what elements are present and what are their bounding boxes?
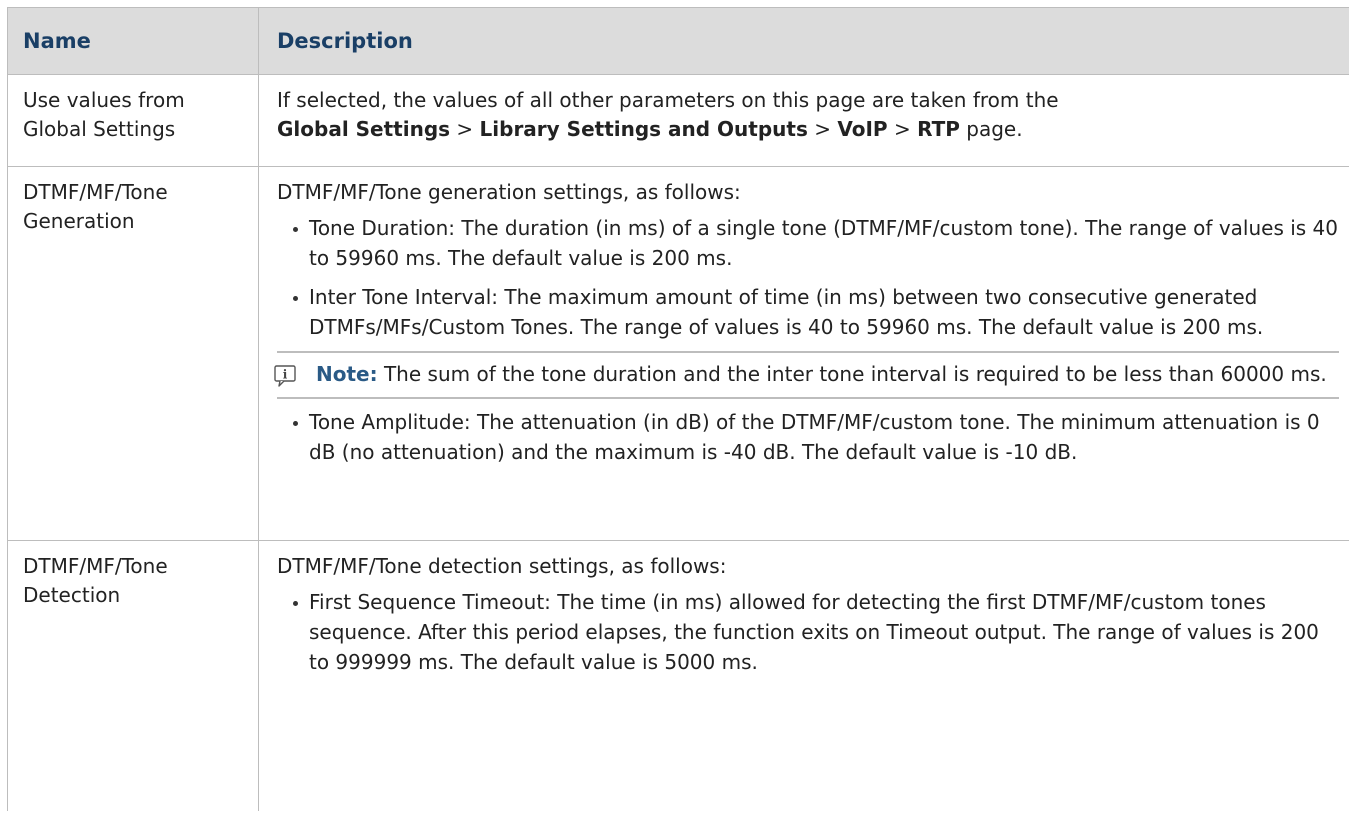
header-name: Name: [8, 8, 259, 74]
param-name-line1: DTMF/MF/Tone: [23, 180, 168, 204]
param-name-line1: Use values from: [23, 88, 185, 112]
info-icon: i: [274, 365, 296, 387]
bullet-icon: [293, 296, 298, 301]
param-description: If selected, the values of all other par…: [259, 75, 1349, 166]
param-name-line1: DTMF/MF/Tone: [23, 554, 168, 578]
bullet-list: Tone Amplitude: The attenuation (in dB) …: [277, 407, 1339, 467]
desc-suffix: page.: [966, 117, 1023, 141]
note-box: i Note: The sum of the tone duration and…: [274, 351, 1339, 399]
param-name: DTMF/MF/Tone Detection: [8, 541, 259, 811]
param-name-line2: Global Settings: [23, 117, 176, 141]
path-global-settings: Global Settings: [277, 117, 451, 141]
param-name-line2: Generation: [23, 209, 135, 233]
note-label: Note:: [316, 362, 378, 386]
list-item-text: Inter Tone Interval: The maximum amount …: [309, 285, 1264, 339]
bullet-list: First Sequence Timeout: The time (in ms)…: [277, 587, 1339, 677]
param-name-line2: Detection: [23, 583, 121, 607]
list-item: Tone Amplitude: The attenuation (in dB) …: [277, 407, 1339, 467]
note-text: The sum of the tone duration and the int…: [383, 362, 1327, 386]
description-intro: DTMF/MF/Tone detection settings, as foll…: [277, 554, 727, 578]
bullet-icon: [293, 421, 298, 426]
svg-text:i: i: [283, 368, 288, 382]
param-name: DTMF/MF/Tone Generation: [8, 167, 259, 540]
table-row-use-values: Use values from Global Settings If selec…: [8, 75, 1349, 167]
header-description: Description: [277, 29, 413, 53]
param-description: DTMF/MF/Tone generation settings, as fol…: [259, 167, 1349, 540]
bullet-icon: [293, 227, 298, 232]
path-rtp: RTP: [917, 117, 960, 141]
path-sep: >: [893, 117, 911, 141]
list-item: Inter Tone Interval: The maximum amount …: [277, 282, 1339, 342]
note-content: Note: The sum of the tone duration and t…: [316, 359, 1339, 389]
path-sep: >: [456, 117, 474, 141]
list-item-text: Tone Amplitude: The attenuation (in dB) …: [309, 410, 1320, 464]
parameters-table: Name Description Use values from Global …: [7, 7, 1349, 811]
path-sep: >: [814, 117, 831, 141]
list-item-text: First Sequence Timeout: The time (in ms)…: [309, 590, 1319, 674]
list-item-text: Tone Duration: The duration (in ms) of a…: [309, 216, 1339, 270]
bullet-list: Tone Duration: The duration (in ms) of a…: [277, 213, 1339, 342]
path-voip: VoIP: [837, 117, 888, 141]
table-row-detection: DTMF/MF/Tone Detection DTMF/MF/Tone dete…: [8, 541, 1349, 811]
table-header: Name Description: [8, 7, 1349, 75]
param-name: Use values from Global Settings: [8, 75, 259, 166]
list-item: Tone Duration: The duration (in ms) of a…: [277, 213, 1339, 273]
description-text: If selected, the values of all other par…: [277, 86, 1339, 144]
bullet-icon: [293, 601, 298, 606]
table-row-generation: DTMF/MF/Tone Generation DTMF/MF/Tone gen…: [8, 167, 1349, 541]
param-description: DTMF/MF/Tone detection settings, as foll…: [259, 541, 1349, 811]
path-library-settings: Library Settings and Outputs: [479, 117, 808, 141]
description-intro: DTMF/MF/Tone generation settings, as fol…: [277, 180, 741, 204]
list-item: First Sequence Timeout: The time (in ms)…: [277, 587, 1339, 677]
desc-prefix: If selected, the values of all other par…: [277, 88, 1059, 112]
